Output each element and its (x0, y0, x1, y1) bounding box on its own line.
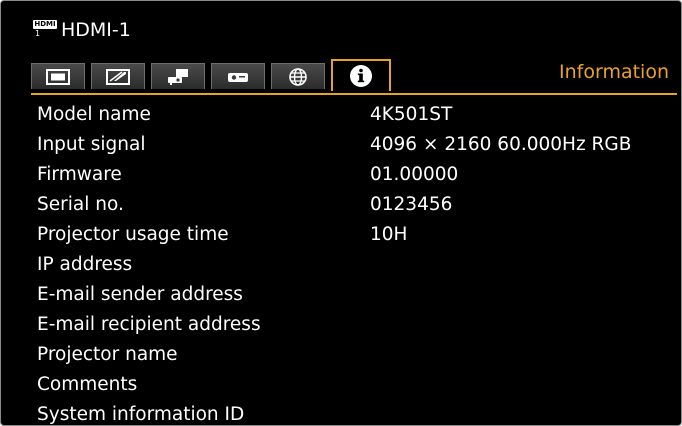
info-row-input-signal: Input signal 4096 × 2160 60.000Hz RGB (37, 129, 671, 159)
info-row-comments: Comments (37, 369, 671, 399)
input-source-label: HDMI-1 (61, 19, 131, 41)
hdmi-badge-number: 1 (35, 29, 41, 38)
info-value: 4K501ST (370, 103, 453, 125)
slanted-screen-icon (106, 68, 130, 85)
info-label: System information ID (37, 403, 245, 425)
projector-setup-icon (168, 68, 188, 85)
tab-information[interactable] (331, 59, 391, 91)
hdmi-badge-text: HDMI (33, 20, 57, 29)
info-label: Serial no. (37, 193, 124, 215)
info-label: Comments (37, 373, 138, 395)
info-row-ip-address: IP address (37, 249, 671, 279)
info-label: Firmware (37, 163, 122, 185)
panel-title: Information (559, 61, 669, 83)
hdmi-icon: HDMI 1 (33, 20, 57, 40)
info-value: 4096 × 2160 60.000Hz RGB (370, 133, 632, 155)
tab-underline (31, 93, 677, 95)
info-label: Model name (37, 103, 151, 125)
info-row-firmware: Firmware 01.00000 (37, 159, 671, 189)
projector-icon (228, 72, 248, 82)
menu-tab-bar (31, 59, 397, 91)
tab-installation[interactable] (151, 63, 205, 89)
info-value: 10H (370, 223, 408, 245)
projector-menu-window: HDMI 1 HDMI-1 Information Model name 4K5… (0, 0, 682, 426)
info-label: E-mail recipient address (37, 313, 261, 335)
input-source-indicator: HDMI 1 HDMI-1 (33, 19, 131, 41)
info-row-email-sender: E-mail sender address (37, 279, 671, 309)
info-row-model-name: Model name 4K501ST (37, 99, 671, 129)
info-value: 0123456 (370, 193, 453, 215)
screen-icon (46, 68, 70, 85)
info-row-system-information-id: System information ID (37, 399, 671, 425)
info-row-serial-no: Serial no. 0123456 (37, 189, 671, 219)
info-label: IP address (37, 253, 133, 275)
info-label: Projector name (37, 343, 178, 365)
tab-network[interactable] (271, 63, 325, 89)
tab-system[interactable] (211, 63, 265, 89)
info-row-usage-time: Projector usage time 10H (37, 219, 671, 249)
tab-screen-settings[interactable] (91, 63, 145, 89)
info-value: 01.00000 (370, 163, 459, 185)
globe-icon (289, 67, 307, 86)
info-label: E-mail sender address (37, 283, 243, 305)
info-row-projector-name: Projector name (37, 339, 671, 369)
tab-image-adjustment[interactable] (31, 63, 85, 89)
info-label: Projector usage time (37, 223, 229, 245)
info-row-email-recipient: E-mail recipient address (37, 309, 671, 339)
information-list: Model name 4K501ST Input signal 4096 × 2… (37, 99, 671, 425)
info-label: Input signal (37, 133, 146, 155)
info-icon (350, 65, 372, 87)
